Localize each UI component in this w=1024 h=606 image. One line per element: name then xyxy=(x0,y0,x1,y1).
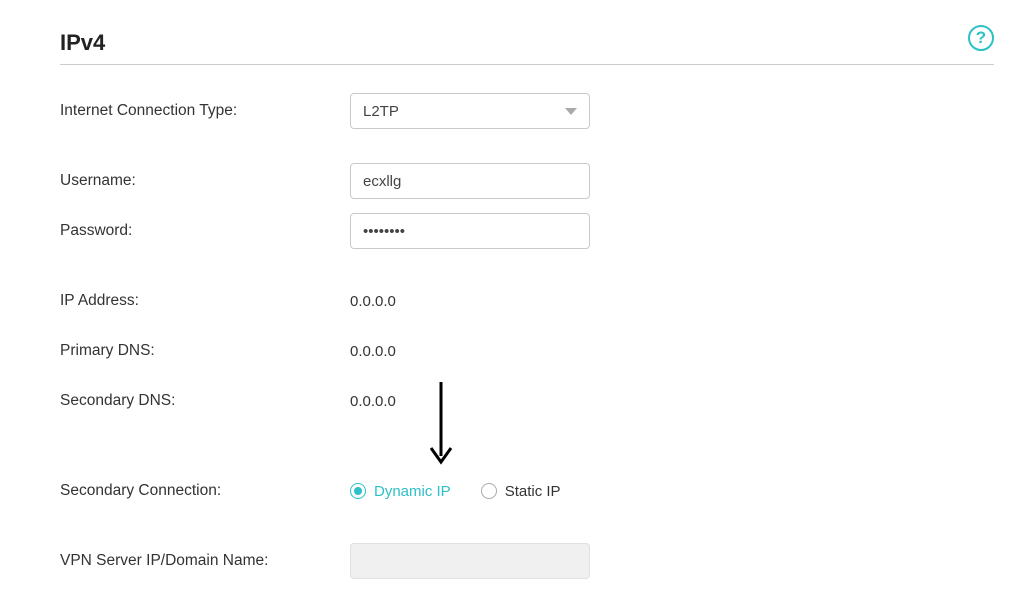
chevron-down-icon xyxy=(565,108,577,115)
row-secondary-connection: Secondary Connection: Dynamic IP Static … xyxy=(60,473,994,509)
row-password: Password: xyxy=(60,213,994,249)
radio-static-ip[interactable]: Static IP xyxy=(481,483,561,500)
radio-label-dynamic-ip: Dynamic IP xyxy=(374,483,451,500)
label-ip-address: IP Address: xyxy=(60,292,350,310)
label-secondary-dns: Secondary DNS: xyxy=(60,392,350,410)
select-connection-type-value: L2TP xyxy=(363,103,399,120)
label-vpn-server: VPN Server IP/Domain Name: xyxy=(60,552,350,570)
row-ip-address: IP Address: 0.0.0.0 xyxy=(60,283,994,319)
value-primary-dns: 0.0.0.0 xyxy=(350,343,396,360)
value-secondary-dns: 0.0.0.0 xyxy=(350,393,396,410)
radio-dot-icon xyxy=(354,487,362,495)
label-secondary-connection: Secondary Connection: xyxy=(60,482,350,500)
label-primary-dns: Primary DNS: xyxy=(60,342,350,360)
row-primary-dns: Primary DNS: 0.0.0.0 xyxy=(60,333,994,369)
help-icon[interactable]: ? xyxy=(968,25,994,51)
label-password: Password: xyxy=(60,222,350,240)
radio-dynamic-ip[interactable]: Dynamic IP xyxy=(350,483,451,500)
page-title: IPv4 xyxy=(60,30,105,56)
row-vpn-server: VPN Server IP/Domain Name: xyxy=(60,543,994,579)
radio-group-secondary-connection: Dynamic IP Static IP xyxy=(350,483,994,500)
value-ip-address: 0.0.0.0 xyxy=(350,293,396,310)
radio-label-static-ip: Static IP xyxy=(505,483,561,500)
input-password[interactable] xyxy=(350,213,590,249)
label-connection-type: Internet Connection Type: xyxy=(60,102,350,120)
radio-icon-unselected xyxy=(481,483,497,499)
input-username[interactable] xyxy=(350,163,590,199)
radio-icon-selected xyxy=(350,483,366,499)
input-vpn-server[interactable] xyxy=(350,543,590,579)
select-connection-type[interactable]: L2TP xyxy=(350,93,590,129)
header-row: IPv4 ? xyxy=(60,30,994,65)
row-username: Username: xyxy=(60,163,994,199)
label-username: Username: xyxy=(60,172,350,190)
row-connection-type: Internet Connection Type: L2TP xyxy=(60,93,994,129)
row-secondary-dns: Secondary DNS: 0.0.0.0 xyxy=(60,383,994,419)
